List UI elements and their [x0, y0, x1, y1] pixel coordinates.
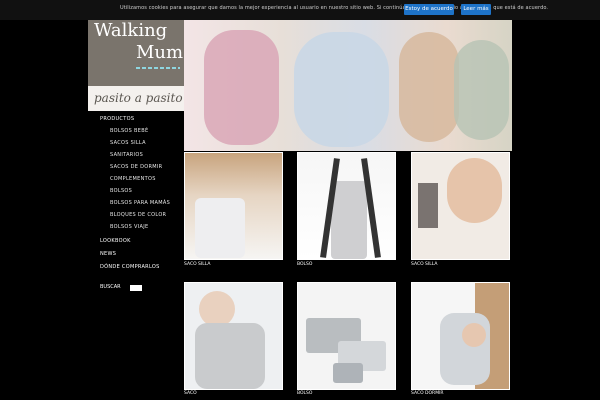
- hero-image: [184, 20, 512, 151]
- product-title-1[interactable]: SACO SILLA: [184, 262, 210, 267]
- logo-line2: Mum: [136, 42, 184, 63]
- menu-sacos-silla[interactable]: SACOS SILLA: [110, 140, 146, 146]
- menu-complementos[interactable]: COMPLEMENTOS: [110, 176, 156, 182]
- product-title-5[interactable]: BOLSO: [297, 391, 312, 396]
- cookie-banner: Utilizamos cookies para asegurar que dam…: [0, 0, 600, 20]
- product-title-6[interactable]: SACO DORMIR: [411, 391, 444, 396]
- baby-shape: [462, 323, 486, 347]
- menu-sanitarios[interactable]: SANITARIOS: [110, 152, 143, 158]
- label-strip: [418, 183, 438, 228]
- hero-baby: [294, 32, 389, 147]
- stroller-seat-shape: [331, 181, 367, 259]
- product-thumb-6[interactable]: [411, 282, 510, 390]
- logo-line1: Walking: [94, 20, 168, 41]
- menu-news[interactable]: NEWS: [100, 251, 116, 257]
- hero-toy-right: [454, 40, 509, 140]
- product-title-2[interactable]: BOLSO: [297, 262, 312, 267]
- bassinet-shape: [440, 313, 490, 385]
- logo-tagline: pasito a pasito: [94, 91, 183, 105]
- baby-face-shape: [447, 158, 502, 223]
- read-more-button[interactable]: Leer más: [461, 4, 491, 15]
- menu-bolsos[interactable]: BOLSOS: [110, 188, 132, 194]
- product-thumb-3[interactable]: [411, 152, 510, 260]
- search-label: BUSCAR: [100, 284, 121, 290]
- product-thumb-5[interactable]: [297, 282, 396, 390]
- baby-head-shape: [199, 291, 235, 327]
- product-thumb-1[interactable]: [184, 152, 283, 260]
- bag-shape-3: [333, 363, 363, 383]
- hero-toy-left: [204, 30, 279, 145]
- product-thumb-2[interactable]: [297, 152, 396, 260]
- product-thumb-4[interactable]: [184, 282, 283, 390]
- logo-dash-line: [136, 67, 180, 69]
- product-shape-1: [195, 198, 245, 258]
- product-title-4[interactable]: SACO: [184, 391, 197, 396]
- menu-productos[interactable]: PRODUCTOS: [100, 116, 134, 122]
- search-input[interactable]: [130, 285, 142, 291]
- menu-donde-comprar[interactable]: DÓNDE COMPRARLOS: [100, 264, 160, 270]
- menu-bloques-color[interactable]: BLOQUES DE COLOR: [110, 212, 166, 218]
- logo-top: Walking Mum: [88, 20, 184, 86]
- menu-lookbook[interactable]: LOOKBOOK: [100, 238, 131, 244]
- menu-sacos-dormir[interactable]: SACOS DE DORMIR: [110, 164, 162, 170]
- menu-bolsos-mamas[interactable]: BOLSOS PARA MAMÁS: [110, 200, 170, 206]
- menu-bolsos-bebe[interactable]: BOLSOS BEBÉ: [110, 128, 148, 134]
- sleeping-bag-shape: [195, 323, 265, 389]
- product-title-3[interactable]: SACO SILLA: [411, 262, 437, 267]
- menu-bolsos-viaje[interactable]: BOLSOS VIAJE: [110, 224, 149, 230]
- logo-bottom: pasito a pasito: [88, 86, 184, 111]
- hero-toy-mid: [399, 32, 459, 142]
- brand-logo[interactable]: Walking Mum pasito a pasito: [88, 20, 184, 111]
- accept-cookies-button[interactable]: Estoy de acuerdo: [404, 4, 454, 15]
